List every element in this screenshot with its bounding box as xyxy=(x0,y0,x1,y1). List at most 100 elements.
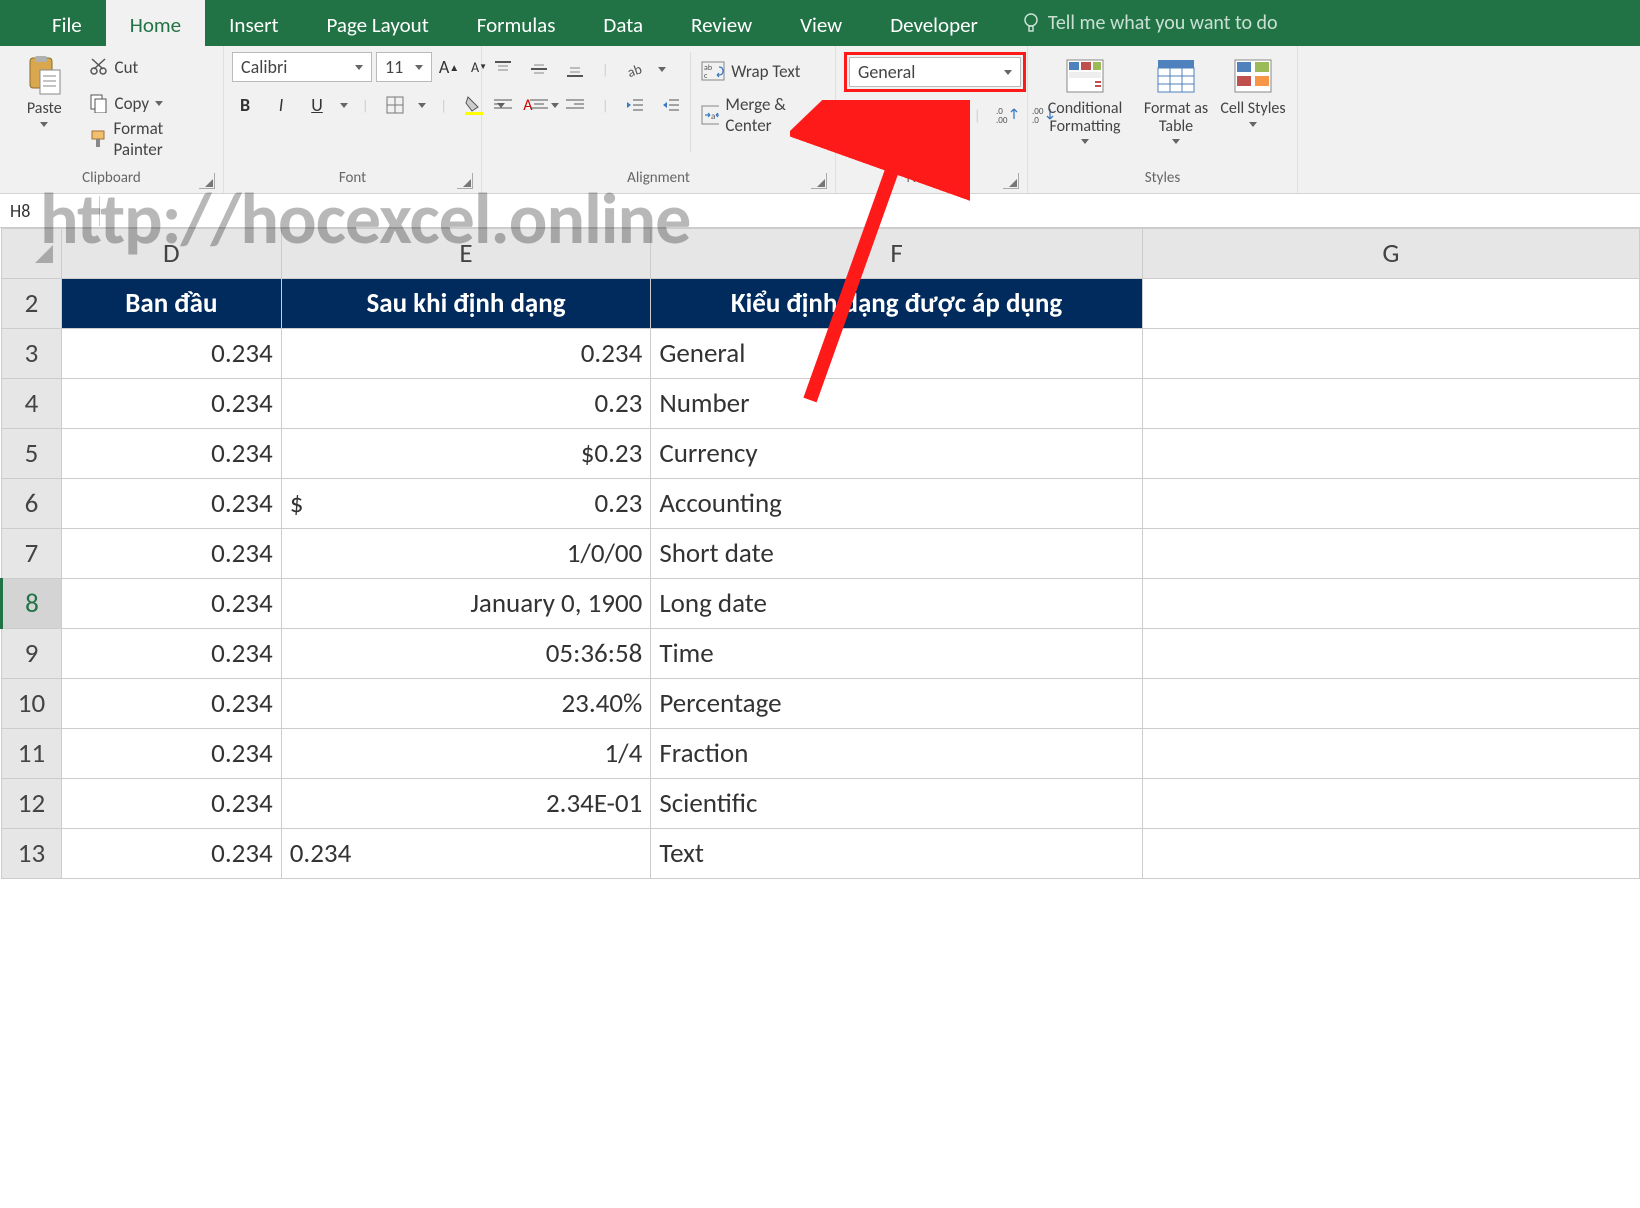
cell[interactable]: Number xyxy=(651,379,1142,429)
cell[interactable] xyxy=(1142,329,1639,379)
orientation-button[interactable]: ab xyxy=(622,56,648,82)
row-header[interactable]: 9 xyxy=(2,629,62,679)
dialog-launcher-icon[interactable] xyxy=(199,173,215,189)
align-bottom-button[interactable] xyxy=(562,56,588,82)
column-header[interactable]: D xyxy=(61,229,281,279)
cell[interactable]: 0.234 xyxy=(281,329,651,379)
cell[interactable]: $0.23 xyxy=(281,479,651,529)
cell[interactable]: $0.23 xyxy=(281,429,651,479)
column-header[interactable]: F xyxy=(651,229,1142,279)
align-right-button[interactable] xyxy=(562,92,588,118)
paste-button[interactable]: Paste xyxy=(8,52,81,127)
cell[interactable] xyxy=(1142,479,1639,529)
cell[interactable]: 0.234 xyxy=(281,829,651,879)
row-header[interactable]: 7 xyxy=(2,529,62,579)
row-header[interactable]: 6 xyxy=(2,479,62,529)
column-header[interactable]: E xyxy=(281,229,651,279)
cell[interactable] xyxy=(1142,829,1639,879)
row-header[interactable]: 2 xyxy=(2,279,62,329)
align-center-button[interactable] xyxy=(526,92,552,118)
cell[interactable]: 0.234 xyxy=(61,629,281,679)
cell[interactable]: Currency xyxy=(651,429,1142,479)
row-header[interactable]: 13 xyxy=(2,829,62,879)
row-header[interactable]: 3 xyxy=(2,329,62,379)
cell[interactable] xyxy=(1142,579,1639,629)
cell[interactable]: 2.34E-01 xyxy=(281,779,651,829)
increase-indent-button[interactable] xyxy=(658,92,684,118)
borders-button[interactable] xyxy=(382,92,408,118)
cell[interactable]: General xyxy=(651,329,1142,379)
row-header[interactable]: 5 xyxy=(2,429,62,479)
conditional-formatting-button[interactable]: Conditional Formatting xyxy=(1036,52,1134,144)
tab-view[interactable]: View xyxy=(776,0,866,46)
increase-decimal-button[interactable]: .0.00 xyxy=(994,102,1020,128)
cell[interactable] xyxy=(1142,629,1639,679)
cell[interactable]: Scientific xyxy=(651,779,1142,829)
bold-button[interactable]: B xyxy=(232,92,258,118)
column-header[interactable]: G xyxy=(1142,229,1639,279)
cell[interactable]: Time xyxy=(651,629,1142,679)
cell[interactable] xyxy=(1142,429,1639,479)
cell[interactable] xyxy=(1142,529,1639,579)
cell[interactable]: Long date xyxy=(651,579,1142,629)
italic-button[interactable]: I xyxy=(268,92,294,118)
tab-formulas[interactable]: Formulas xyxy=(453,0,580,46)
tab-review[interactable]: Review xyxy=(667,0,776,46)
comma-format-button[interactable]: , xyxy=(934,102,960,128)
header-cell[interactable]: Sau khi định dạng xyxy=(281,279,651,329)
cell[interactable]: 0.234 xyxy=(61,829,281,879)
cell[interactable]: 1/0/00 xyxy=(281,529,651,579)
percent-format-button[interactable]: % xyxy=(898,102,924,128)
row-header[interactable]: 4 xyxy=(2,379,62,429)
decrease-indent-button[interactable] xyxy=(622,92,648,118)
select-all-corner[interactable] xyxy=(2,229,62,279)
cell[interactable]: 23.40% xyxy=(281,679,651,729)
cell[interactable] xyxy=(1142,729,1639,779)
cell[interactable]: Accounting xyxy=(651,479,1142,529)
row-header[interactable]: 8 xyxy=(2,579,62,629)
tab-home[interactable]: Home xyxy=(106,0,205,46)
cell[interactable] xyxy=(1142,279,1639,329)
underline-button[interactable]: U xyxy=(304,92,330,118)
row-header[interactable]: 11 xyxy=(2,729,62,779)
cell[interactable]: Percentage xyxy=(651,679,1142,729)
cell[interactable]: 1/4 xyxy=(281,729,651,779)
tell-me-search[interactable]: Tell me what you want to do xyxy=(1002,0,1278,46)
row-header[interactable]: 10 xyxy=(2,679,62,729)
cell[interactable]: 0.234 xyxy=(61,779,281,829)
align-middle-button[interactable] xyxy=(526,56,552,82)
dialog-launcher-icon[interactable] xyxy=(811,173,827,189)
cell-styles-button[interactable]: Cell Styles xyxy=(1218,52,1288,127)
tab-data[interactable]: Data xyxy=(579,0,667,46)
cell[interactable]: 0.234 xyxy=(61,729,281,779)
format-as-table-button[interactable]: Format as Table xyxy=(1134,52,1218,144)
dialog-launcher-icon[interactable] xyxy=(457,173,473,189)
cell[interactable]: 0.234 xyxy=(61,429,281,479)
header-cell[interactable]: Kiểu định dạng được áp dụng xyxy=(651,279,1142,329)
tab-file[interactable]: File xyxy=(28,0,106,46)
align-left-button[interactable] xyxy=(490,92,516,118)
cell[interactable]: 0.234 xyxy=(61,529,281,579)
font-size-select[interactable]: 11 xyxy=(376,52,432,82)
tab-page-layout[interactable]: Page Layout xyxy=(302,0,452,46)
cell[interactable]: Fraction xyxy=(651,729,1142,779)
increase-font-button[interactable]: A▲ xyxy=(436,54,462,80)
cell[interactable] xyxy=(1142,779,1639,829)
cell[interactable]: January 0, 1900 xyxy=(281,579,651,629)
cell[interactable] xyxy=(1142,679,1639,729)
cell[interactable]: 0.234 xyxy=(61,379,281,429)
header-cell[interactable]: Ban đầu xyxy=(61,279,281,329)
row-header[interactable]: 12 xyxy=(2,779,62,829)
dialog-launcher-icon[interactable] xyxy=(1003,173,1019,189)
merge-center-button[interactable]: aMerge & Center xyxy=(697,100,827,130)
cell[interactable]: 05:36:58 xyxy=(281,629,651,679)
copy-button[interactable]: Copy xyxy=(85,88,215,118)
number-format-select[interactable]: General xyxy=(849,57,1021,87)
cell[interactable]: 0.234 xyxy=(61,579,281,629)
cell[interactable]: Short date xyxy=(651,529,1142,579)
cell[interactable]: 0.234 xyxy=(61,329,281,379)
worksheet[interactable]: D E F G 2 Ban đầu Sau khi định dạng Kiểu… xyxy=(0,228,1640,879)
name-box[interactable]: H8 xyxy=(0,196,100,226)
wrap-text-button[interactable]: abcWrap Text xyxy=(697,56,827,86)
cell[interactable]: 0.234 xyxy=(61,679,281,729)
